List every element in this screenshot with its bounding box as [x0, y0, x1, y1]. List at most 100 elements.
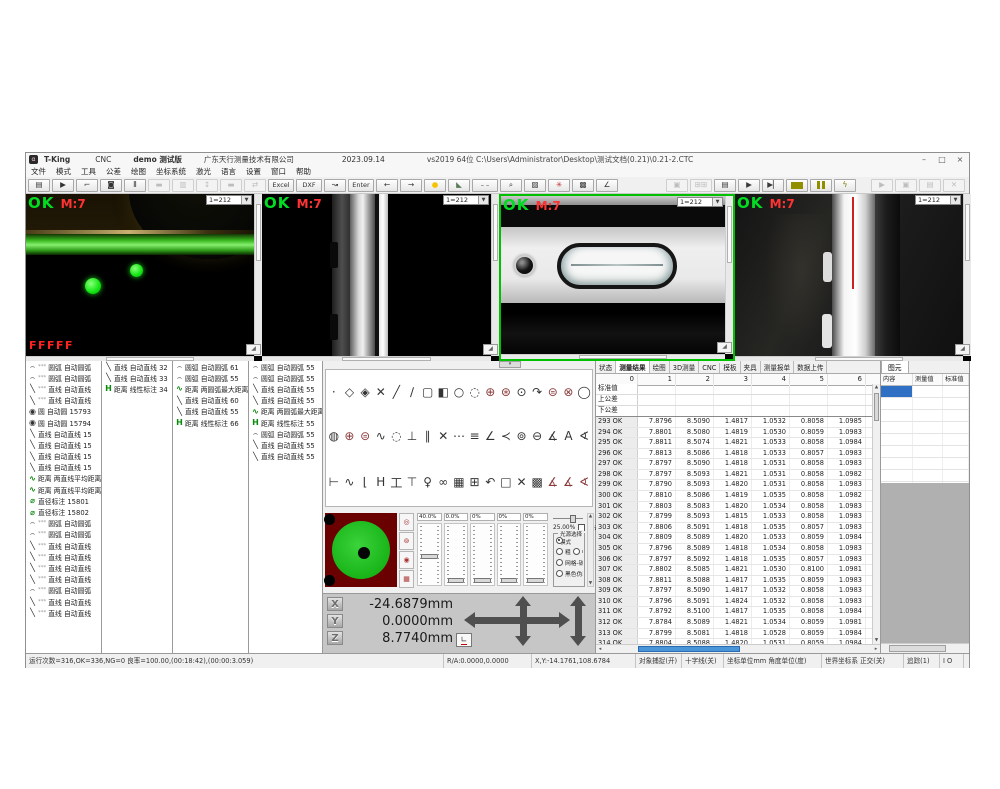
feature-item[interactable]: H距离 线性标注 34 — [102, 383, 172, 394]
tool-polyline-distance-icon[interactable]: ∿ — [342, 475, 356, 489]
camera-3-resize-icon[interactable]: ◢ — [717, 342, 732, 353]
tab-数据上传[interactable]: 数据上传 — [794, 361, 827, 373]
tool-circle-flat-icon[interactable]: ⊖ — [530, 429, 544, 443]
tool-plane-fit-icon[interactable]: ◈ — [358, 385, 372, 399]
tab-element[interactable]: 图元 — [881, 361, 909, 373]
feature-item[interactable]: ╲***直线 自动直线 — [26, 383, 101, 394]
scroll-down-icon[interactable]: ▼ — [873, 637, 880, 644]
table-row[interactable]: 307 OK7.88028.50851.48211.05300.81001.09… — [596, 565, 872, 576]
chart-button[interactable]: ∠ — [596, 179, 618, 192]
feature-item[interactable]: ╲直线 自动直线 55 — [249, 451, 322, 462]
scroll-thumb[interactable] — [965, 204, 970, 261]
feature-item[interactable]: ╲***直线 自动直线 — [26, 540, 101, 551]
pause-button[interactable] — [810, 179, 832, 192]
matrix-code-button[interactable]: ▩ — [572, 179, 594, 192]
table-row[interactable]: 295 OK7.88118.50741.48211.05330.80581.09… — [596, 438, 872, 449]
tool-angle-dim-3-icon[interactable]: ∢ — [577, 475, 591, 489]
camera-view-4[interactable]: OK M:7 1=212▼ ◢ — [735, 194, 971, 361]
scroll-left-icon[interactable]: ◂ — [596, 645, 604, 653]
camera-view-3-selected[interactable]: OK M:7 1=212▼ ◢ — [499, 194, 735, 361]
feature-item[interactable]: ╲直线 自动直线 60 — [173, 395, 248, 406]
table-row[interactable]: 313 OK7.87998.50811.48181.05280.80591.09… — [596, 629, 872, 640]
slider-thumb[interactable] — [448, 578, 465, 583]
tool-calculator-icon[interactable]: ▦ — [452, 475, 466, 489]
xy-jog-vertical-arrow[interactable] — [520, 606, 527, 636]
feature-item[interactable]: ╲直线 自动直线 15 — [26, 439, 101, 450]
minimize-button[interactable]: – — [915, 155, 933, 164]
scroll-up-icon[interactable]: ▲ — [588, 514, 593, 519]
feature-item[interactable]: ╲***直线 自动直线 — [26, 596, 101, 607]
play-button[interactable]: ▶ — [738, 179, 760, 192]
scroll-thumb[interactable] — [889, 645, 946, 652]
feature-item[interactable]: ⌢***圆弧 自动圆弧 — [26, 372, 101, 383]
results-vscrollbar[interactable]: ▲ ▼ — [872, 384, 880, 644]
probe-button[interactable]: ◙ — [100, 179, 122, 192]
dxf-export-button[interactable]: DXF — [296, 179, 322, 192]
feature-item[interactable]: ∿距离 两圆弧最大距离 — [173, 383, 248, 394]
tool-delete-icon[interactable]: ✕ — [515, 475, 529, 489]
grid-mode-icon[interactable]: ▦ — [399, 570, 414, 588]
feature-item[interactable]: ╲直线 自动直线 33 — [102, 372, 172, 383]
tool-wave-curve-icon[interactable]: ∿ — [374, 429, 388, 443]
camera-4-resize-icon[interactable]: ◢ — [955, 344, 970, 355]
table-row[interactable]: 305 OK7.87968.50891.48181.05340.80581.09… — [596, 544, 872, 555]
play-to-end-button[interactable]: ▶▏ — [762, 179, 784, 192]
scroll-thumb[interactable] — [579, 355, 666, 359]
camera-view-2[interactable]: OK M:7 1=212▼ ◢ — [262, 194, 499, 361]
scroll-thumb[interactable] — [493, 204, 498, 261]
feature-item[interactable]: ∿距离 两圆弧最大距离 — [249, 406, 322, 417]
tool-grid-table-icon[interactable]: ▩ — [530, 475, 544, 489]
tab-CNC[interactable]: CNC — [699, 363, 720, 373]
hatch-button[interactable]: ▨ — [524, 179, 546, 192]
table-row[interactable]: 297 OK7.87978.50901.48181.05310.80581.09… — [596, 459, 872, 470]
tool-angle-dim-1-icon[interactable]: ∡ — [546, 475, 560, 489]
feature-item[interactable]: ╲直线 自动直线 55 — [173, 406, 248, 417]
table-row[interactable]: 311 OK7.87928.51001.48171.05350.80581.09… — [596, 607, 872, 618]
table-row[interactable]: 312 OK7.87848.50891.48211.05340.80591.09… — [596, 618, 872, 629]
table-row[interactable]: 296 OK7.88138.50861.48181.05330.80571.09… — [596, 449, 872, 460]
feature-item[interactable]: ╲直线 自动直线 55 — [249, 383, 322, 394]
standard-radio[interactable] — [556, 537, 563, 544]
tool-line-icon[interactable]: ╱ — [389, 385, 403, 399]
table-row[interactable]: 294 OK7.88018.50801.48191.05300.80591.09… — [596, 428, 872, 439]
feature-item[interactable]: H距离 线性标注 66 — [173, 417, 248, 428]
tool-circle-scan-icon[interactable]: ◌ — [468, 385, 482, 399]
feature-item[interactable]: ⌢***圆弧 自动圆弧 — [26, 361, 101, 372]
feature-item[interactable]: H距离 线性标注 55 — [249, 417, 322, 428]
table-row[interactable]: 293 OK7.87968.50901.48171.05320.80581.09… — [596, 417, 872, 428]
feature-item[interactable]: ⌢***圆弧 自动圆弧 — [26, 529, 101, 540]
element-row[interactable] — [881, 470, 969, 482]
scroll-down-icon[interactable]: ▼ — [588, 581, 593, 586]
tool-circle-target-icon[interactable]: ⊕ — [483, 385, 497, 399]
z-jog-arrow[interactable] — [575, 606, 582, 636]
camera-1-vscrollbar[interactable] — [254, 194, 262, 356]
element-row[interactable] — [881, 458, 969, 470]
feature-item[interactable]: ╲直线 自动直线 15 — [26, 428, 101, 439]
tool-parallel-line-icon[interactable]: ∥ — [421, 429, 435, 443]
tool-target-dense-icon[interactable]: ⊜ — [358, 429, 372, 443]
tool-line-auto-icon[interactable]: ∕ — [405, 385, 419, 399]
arrow-right-button[interactable]: → — [400, 179, 422, 192]
tool-angle-measure-icon[interactable]: ∡ — [546, 429, 560, 443]
tab-模板[interactable]: 模板 — [720, 361, 740, 373]
scroll-thumb[interactable] — [638, 646, 740, 652]
table-row[interactable]: 301 OK7.88038.50831.48201.05340.80581.09… — [596, 502, 872, 513]
table-row[interactable]: 300 OK7.88108.50861.48191.05350.80581.09… — [596, 491, 872, 502]
table-row[interactable]: 298 OK7.87978.50931.48211.05310.80581.09… — [596, 470, 872, 481]
tool-text-label-icon[interactable]: A — [561, 429, 575, 443]
tool-point-icon[interactable]: · — [327, 385, 341, 399]
feature-item[interactable]: ⌢圆弧 自动圆弧 55 — [249, 372, 322, 383]
tool-concentric-circle-icon[interactable]: ⊙ — [515, 385, 529, 399]
element-hscrollbar[interactable] — [881, 643, 969, 653]
magnifier-button[interactable]: ⌕ — [500, 179, 522, 192]
tool-closed-spline-icon[interactable]: ◌ — [389, 429, 403, 443]
tool-h-dimension-icon[interactable]: H — [374, 475, 388, 489]
menu-item-窗口[interactable]: 窗口 — [266, 166, 291, 177]
feature-item[interactable]: ╲***直线 自动直线 — [26, 574, 101, 585]
scroll-thumb[interactable] — [874, 393, 879, 421]
element-row[interactable] — [881, 398, 969, 410]
menu-item-文件[interactable]: 文件 — [26, 166, 51, 177]
light-channel-slider[interactable]: 40.0% — [416, 513, 443, 587]
tool-angle-base-icon[interactable]: ∢ — [577, 429, 591, 443]
feature-item[interactable]: ╲***直线 自动直线 — [26, 551, 101, 562]
